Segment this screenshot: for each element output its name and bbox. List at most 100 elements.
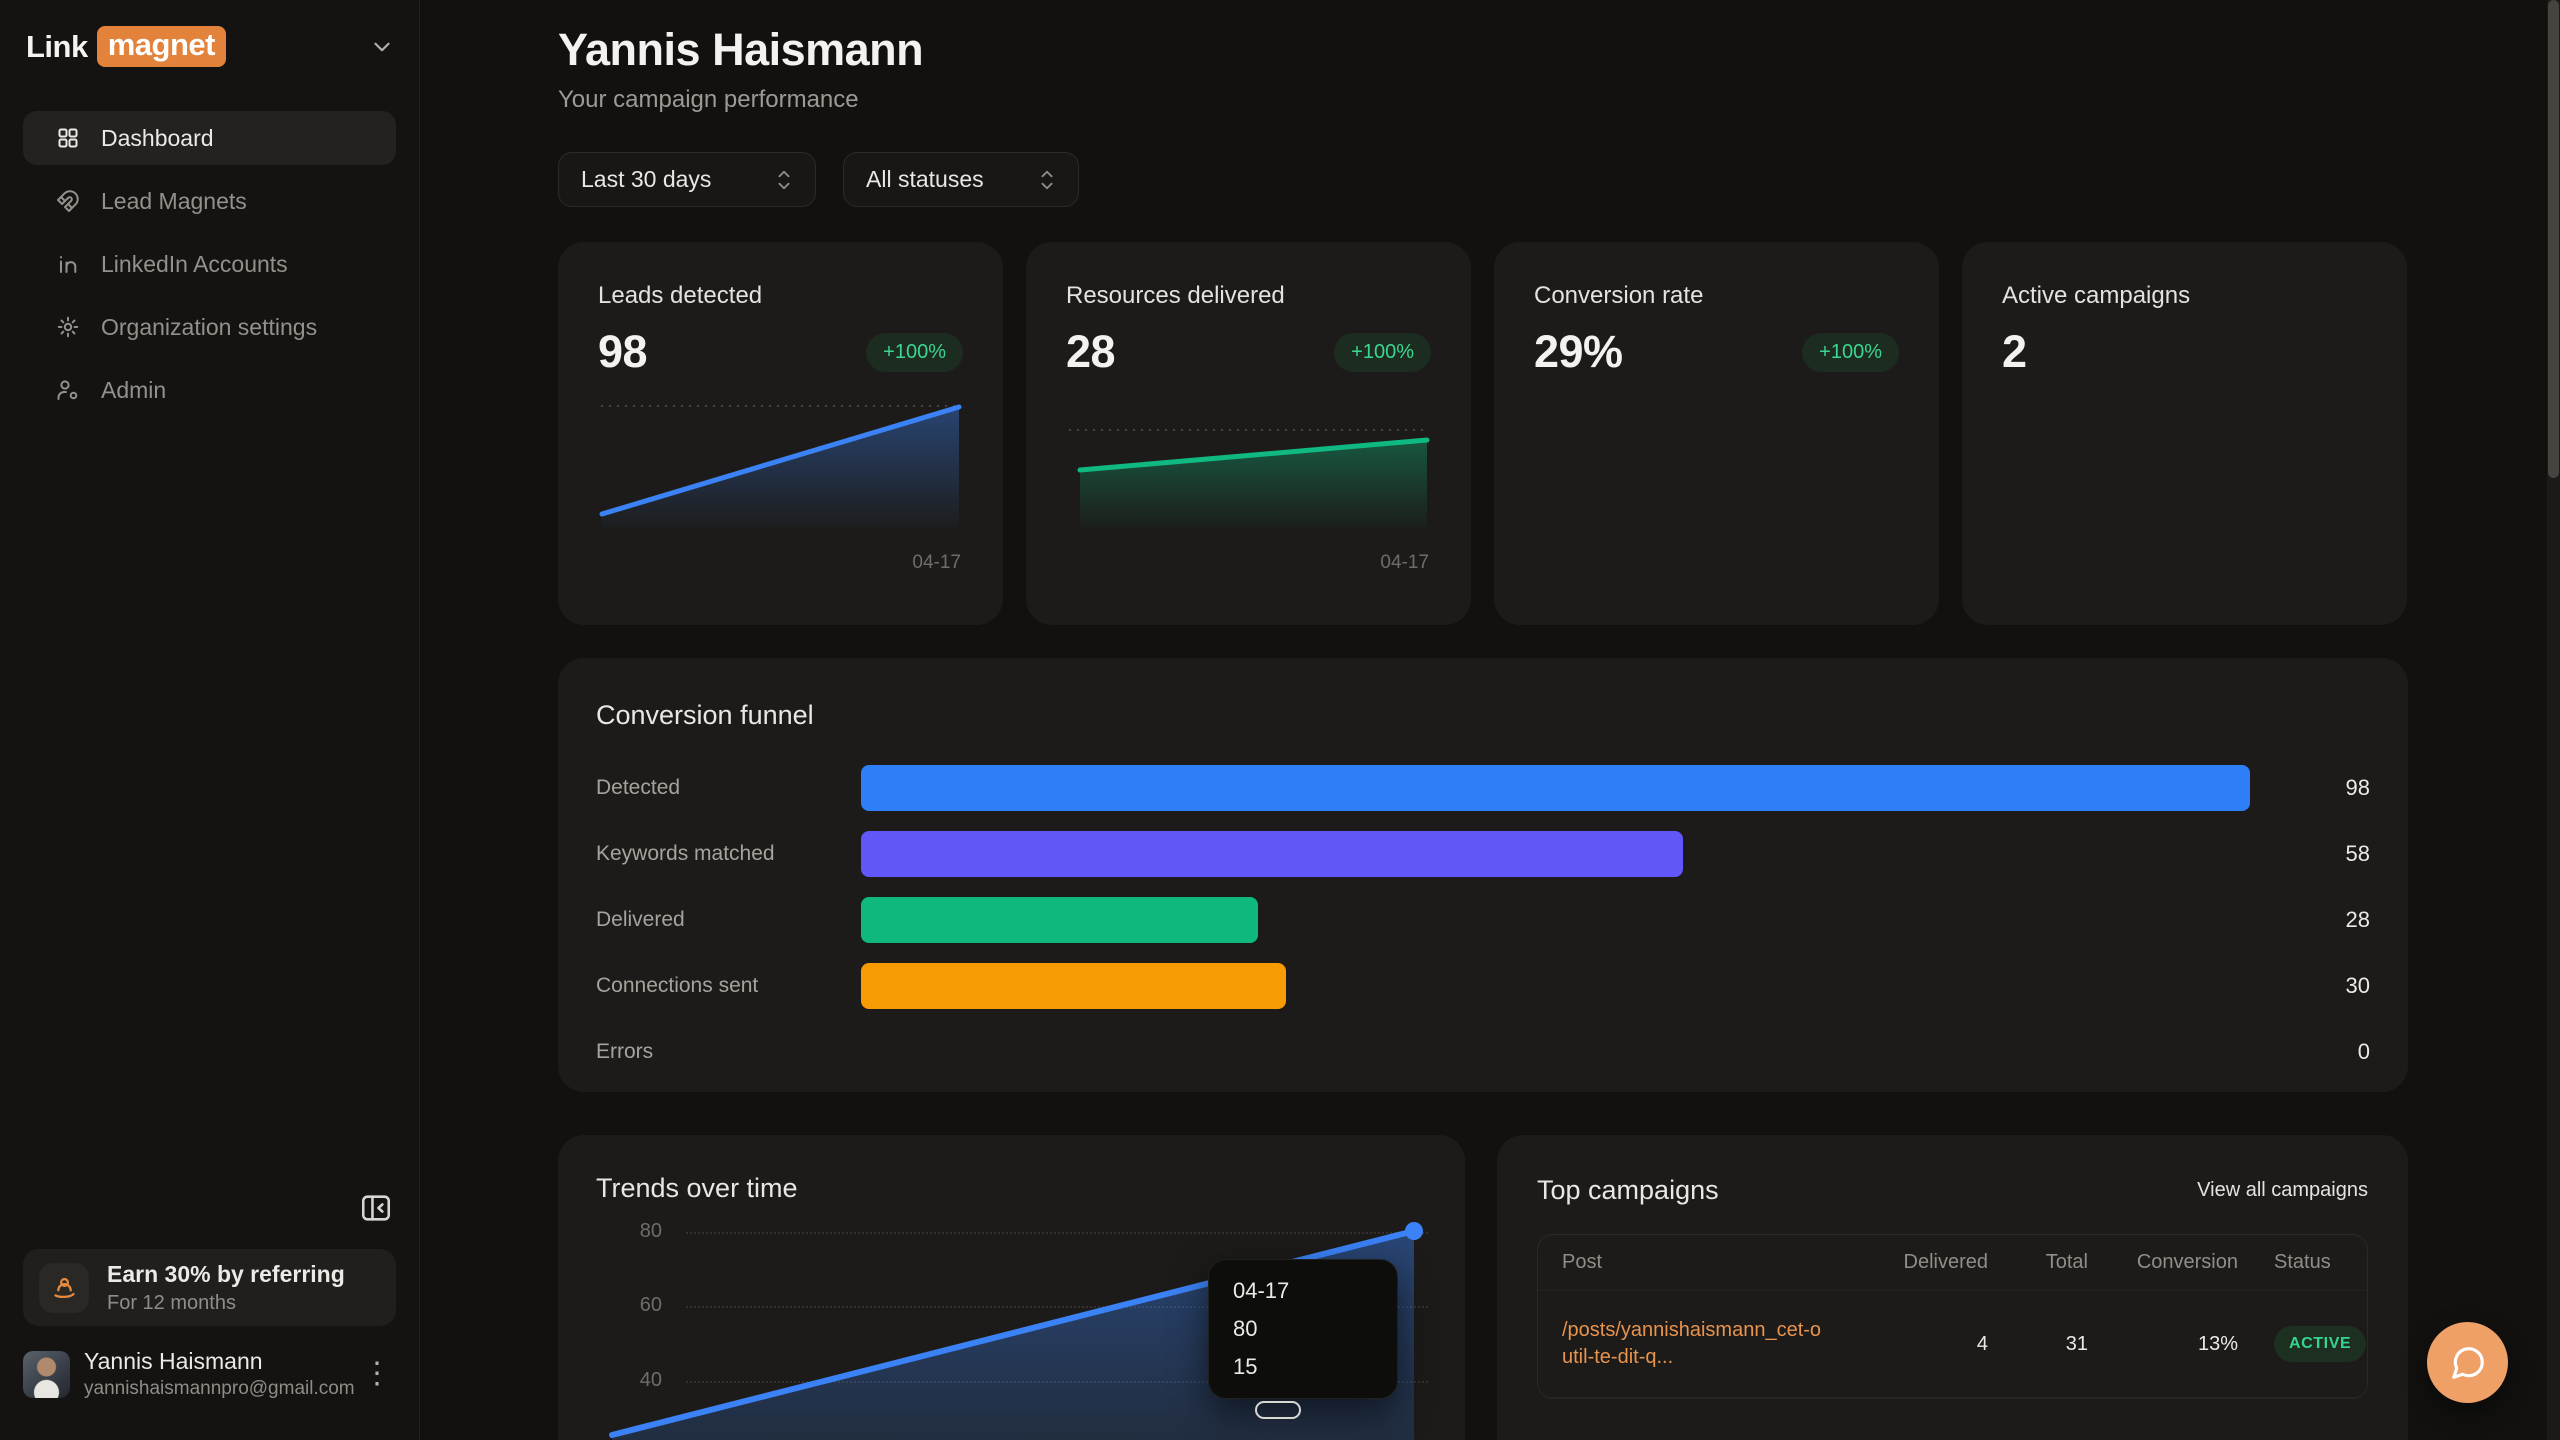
- funnel-value: 58: [2300, 841, 2370, 867]
- sidebar-item-label: Organization settings: [101, 314, 317, 341]
- status-badge: ACTIVE: [2274, 1326, 2366, 1362]
- funnel-bar: [861, 765, 2250, 811]
- scrollbar-thumb[interactable]: [2548, 0, 2559, 478]
- funnel-bar: [861, 831, 1683, 877]
- sidebar-nav: Dashboard Lead Magnets LinkedIn Accounts: [0, 111, 419, 417]
- logo-text: Link: [26, 29, 88, 65]
- sidebar-item-lead-magnets[interactable]: Lead Magnets: [23, 174, 396, 228]
- select-updown-icon: [1036, 167, 1058, 193]
- funnel-label: Connections sent: [596, 974, 861, 998]
- spark-end-label: 04-17: [1066, 552, 1431, 574]
- gear-icon: [54, 313, 82, 341]
- filters: Last 30 days All statuses: [558, 152, 2408, 207]
- stat-card-resources-delivered: Resources delivered 28 +100% 04-17: [1026, 242, 1471, 625]
- conversion-funnel-panel: Conversion funnel Detected 98 Keywords m…: [558, 658, 2408, 1092]
- sparkline-leads: [598, 400, 963, 530]
- funnel-bar: [861, 963, 1286, 1009]
- stat-title: Active campaigns: [2002, 282, 2367, 310]
- status-value: All statuses: [866, 166, 984, 193]
- tooltip-value-2: 15: [1233, 1354, 1373, 1380]
- main-content: Yannis Haismann Your campaign performanc…: [421, 0, 2560, 1440]
- funnel-value: 30: [2300, 973, 2370, 999]
- funnel-label: Errors: [596, 1040, 861, 1064]
- chart-scroll-handle[interactable]: [1255, 1401, 1301, 1419]
- funnel-row-delivered: Delivered 28: [596, 887, 2370, 953]
- referral-banner[interactable]: Earn 30% by referring For 12 months: [23, 1249, 396, 1326]
- sidebar-item-label: Admin: [101, 377, 166, 404]
- sidebar-item-admin[interactable]: Admin: [23, 363, 396, 417]
- table-header-row: Post Delivered Total Conversion Status: [1538, 1235, 2367, 1291]
- column-header-status: Status: [2238, 1251, 2343, 1274]
- sparkline-resources: [1066, 400, 1431, 530]
- column-header-post: Post: [1562, 1251, 1868, 1274]
- sidebar-item-linkedin-accounts[interactable]: LinkedIn Accounts: [23, 237, 396, 291]
- sidebar-item-label: Lead Magnets: [101, 188, 247, 215]
- tooltip-value-1: 80: [1233, 1316, 1373, 1342]
- cell-conversion: 13%: [2088, 1333, 2238, 1356]
- trends-panel: Trends over time 80 60 40 04-17 80 1: [558, 1135, 1465, 1440]
- sidebar: Link magnet Dashboard Lead Magnets: [0, 0, 420, 1440]
- status-select[interactable]: All statuses: [843, 152, 1079, 207]
- user-gear-icon: [54, 376, 82, 404]
- chart-tooltip: 04-17 80 15: [1208, 1259, 1398, 1399]
- spark-end-label: 04-17: [598, 552, 963, 574]
- select-updown-icon: [773, 167, 795, 193]
- collapse-sidebar-icon[interactable]: [359, 1190, 395, 1226]
- sidebar-item-organization-settings[interactable]: Organization settings: [23, 300, 396, 354]
- logo-badge: magnet: [97, 26, 226, 67]
- referral-title: Earn 30% by referring: [107, 1261, 345, 1288]
- stat-value: 29%: [1534, 326, 1623, 378]
- trend-badge: +100%: [866, 333, 963, 372]
- stat-title: Resources delivered: [1066, 282, 1431, 310]
- cell-delivered: 4: [1868, 1333, 1988, 1356]
- workspace-switcher[interactable]: Link magnet: [0, 0, 419, 67]
- stat-title: Leads detected: [598, 282, 963, 310]
- chat-widget-button[interactable]: [2427, 1322, 2508, 1403]
- linkedin-icon: [54, 250, 82, 278]
- top-campaigns-panel: Top campaigns View all campaigns Post De…: [1497, 1135, 2408, 1440]
- sidebar-item-label: LinkedIn Accounts: [101, 251, 288, 278]
- stat-value: 98: [598, 326, 647, 378]
- sidebar-item-label: Dashboard: [101, 125, 214, 152]
- date-range-select[interactable]: Last 30 days: [558, 152, 816, 207]
- column-header-conversion: Conversion: [2088, 1251, 2238, 1274]
- funnel-value: 28: [2300, 907, 2370, 933]
- data-point-dot: [1405, 1222, 1423, 1240]
- trend-badge: +100%: [1802, 333, 1899, 372]
- funnel-row-errors: Errors 0: [596, 1019, 2370, 1085]
- page-title: Yannis Haismann: [558, 24, 2408, 76]
- stat-value: 2: [2002, 326, 2027, 378]
- page-subtitle: Your campaign performance: [558, 86, 2408, 114]
- chevron-down-icon[interactable]: [369, 34, 395, 60]
- trend-badge: +100%: [1334, 333, 1431, 372]
- magnet-icon: [54, 187, 82, 215]
- campaigns-table: Post Delivered Total Conversion Status /…: [1537, 1234, 2368, 1399]
- funnel-value: 98: [2300, 775, 2370, 801]
- stat-card-conversion-rate: Conversion rate 29% +100%: [1494, 242, 1939, 625]
- profile-name: Yannis Haismann: [84, 1348, 355, 1375]
- profile-email: yannishaismannpro@gmail.com: [84, 1378, 355, 1400]
- tooltip-date: 04-17: [1233, 1278, 1373, 1304]
- stat-value: 28: [1066, 326, 1115, 378]
- avatar: [23, 1351, 70, 1398]
- post-link[interactable]: /posts/yannishaismann_cet-outil-te-dit-q…: [1562, 1317, 1824, 1371]
- funnel-row-keywords-matched: Keywords matched 58: [596, 821, 2370, 887]
- funnel-value: 0: [2300, 1039, 2370, 1065]
- user-profile[interactable]: Yannis Haismann yannishaismannpro@gmail.…: [23, 1348, 396, 1400]
- funnel-title: Conversion funnel: [596, 700, 2370, 731]
- cell-total: 31: [1988, 1333, 2088, 1356]
- referral-subtitle: For 12 months: [107, 1292, 345, 1315]
- dashboard-icon: [54, 124, 82, 152]
- chat-bubble-icon: [2449, 1344, 2487, 1382]
- funnel-row-connections-sent: Connections sent 30: [596, 953, 2370, 1019]
- kebab-menu-icon[interactable]: ⋮: [358, 1355, 396, 1393]
- funnel-bar: [861, 897, 1258, 943]
- scrollbar-track[interactable]: [2547, 0, 2560, 1440]
- stat-card-leads-detected: Leads detected 98 +100% 04-17: [558, 242, 1003, 625]
- stat-card-active-campaigns: Active campaigns 2: [1962, 242, 2407, 625]
- sidebar-item-dashboard[interactable]: Dashboard: [23, 111, 396, 165]
- funnel-label: Delivered: [596, 908, 861, 932]
- date-range-value: Last 30 days: [581, 166, 711, 193]
- stat-cards: Leads detected 98 +100% 04-17: [558, 242, 2408, 625]
- view-all-campaigns-link[interactable]: View all campaigns: [2197, 1179, 2368, 1202]
